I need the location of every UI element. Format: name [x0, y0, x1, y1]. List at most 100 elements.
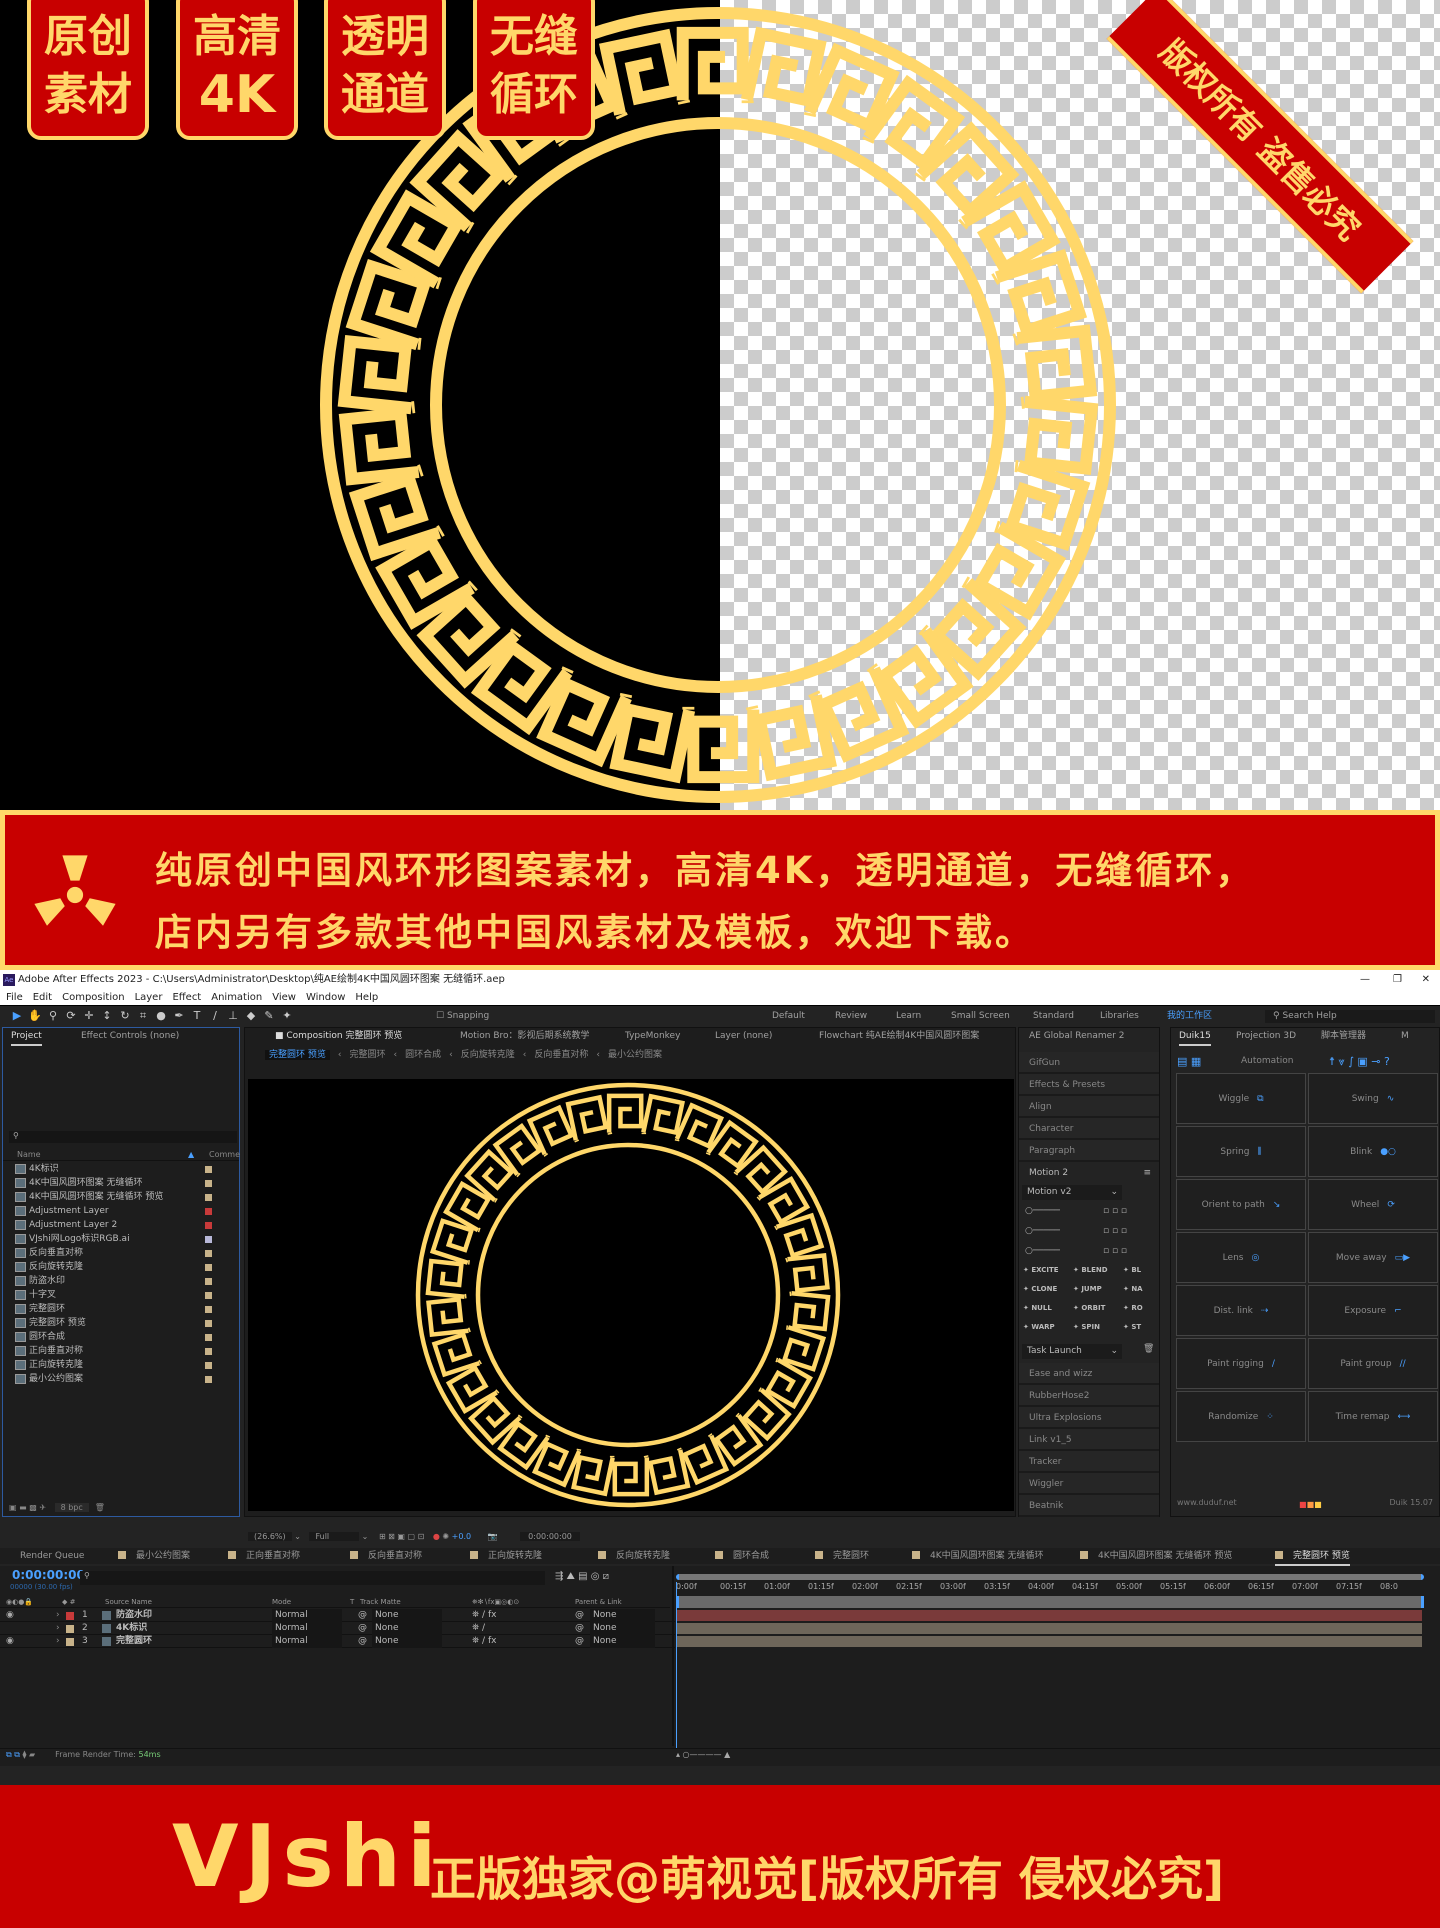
breadcrumb-item[interactable]: 反向垂直对称: [534, 1050, 588, 1060]
duik-button[interactable]: Dist. link ⇢: [1176, 1285, 1306, 1336]
orbit-tool-icon[interactable]: ⟳: [62, 1006, 80, 1026]
timeline-tab[interactable]: 正向旋转克隆: [470, 1548, 542, 1564]
motion-slider[interactable]: ○─────: [1025, 1226, 1095, 1236]
track-matte-select[interactable]: None: [372, 1622, 442, 1635]
brush-tool-icon[interactable]: ∕: [206, 1006, 224, 1026]
motion-tool-button[interactable]: ✦ RO: [1123, 1304, 1143, 1312]
tab-script-manager[interactable]: 脚本管理器: [1321, 1028, 1366, 1044]
maximize-button[interactable]: ❐: [1393, 970, 1402, 990]
motion-slider[interactable]: ○─────: [1025, 1246, 1095, 1256]
timeline-tab[interactable]: 圆环合成: [715, 1548, 769, 1564]
label-color-swatch[interactable]: [205, 1166, 212, 1173]
layer-switches[interactable]: ⛯ ∕: [472, 1622, 485, 1635]
timeline-tab[interactable]: 4K中国风圆环图案 无缝循环 预览: [1080, 1548, 1232, 1564]
menu-edit[interactable]: Edit: [33, 992, 52, 1003]
timeline-tab[interactable]: 完整圆环: [815, 1548, 869, 1564]
motion-tool-button[interactable]: ✦ WARP: [1023, 1323, 1055, 1331]
column-track-matte[interactable]: Track Matte: [360, 1596, 401, 1608]
menu-file[interactable]: File: [6, 992, 23, 1003]
duik-button[interactable]: Wheel ⟳: [1308, 1179, 1438, 1230]
interpret-footage-icon[interactable]: ▣: [9, 1503, 17, 1512]
dolly-tool-icon[interactable]: ↕: [98, 1006, 116, 1026]
breadcrumb-item[interactable]: 完整圆环: [349, 1050, 385, 1060]
panel-list-item[interactable]: Link v1_5: [1019, 1429, 1159, 1451]
column-comment[interactable]: Comme: [209, 1149, 240, 1161]
breadcrumb-item[interactable]: 圆环合成: [405, 1050, 441, 1060]
panel-list-item[interactable]: Ultra Explosions: [1019, 1407, 1159, 1429]
menu-composition[interactable]: Composition: [62, 992, 124, 1003]
motion-version-select[interactable]: Motion v2 ⌄: [1022, 1185, 1122, 1200]
project-item[interactable]: Adjustment Layer: [3, 1204, 233, 1218]
blend-mode-select[interactable]: Normal: [272, 1609, 342, 1622]
label-color-swatch[interactable]: [205, 1348, 212, 1355]
workspace-review[interactable]: Review: [835, 1006, 867, 1026]
layer-row[interactable]: › 2 4K标识 Normal @ None ⛯ ∕ @ None: [0, 1622, 675, 1635]
duik-button[interactable]: Paint group ∕∕: [1308, 1338, 1438, 1389]
motion-tool-button[interactable]: ✦ BL: [1123, 1266, 1141, 1274]
workspace-small-screen[interactable]: Small Screen: [951, 1006, 1010, 1026]
duik-category-icons[interactable]: ☨ ⩔ ∫ ▣ ⊸ ?: [1329, 1055, 1390, 1069]
duik-layout-icons[interactable]: ▤ ▦: [1177, 1055, 1201, 1068]
menu-icon[interactable]: ≡: [1143, 1163, 1151, 1183]
duik-button[interactable]: Exposure ⌐: [1308, 1285, 1438, 1336]
duik-button[interactable]: Move away ▭▶: [1308, 1232, 1438, 1283]
playhead[interactable]: [676, 1582, 677, 1748]
motion-tool-button[interactable]: ✦ BLEND: [1073, 1266, 1108, 1274]
shape-tool-icon[interactable]: ●: [152, 1006, 170, 1026]
anchor-tool-icon[interactable]: ⌗: [134, 1006, 152, 1026]
eraser-tool-icon[interactable]: ◆: [242, 1006, 260, 1026]
duik-button[interactable]: Randomize ⁘: [1176, 1391, 1306, 1442]
magnification-select[interactable]: (26.6%): [248, 1532, 292, 1541]
track-matte-select[interactable]: None: [372, 1609, 442, 1622]
motion-tool-button[interactable]: ✦ ORBIT: [1073, 1304, 1105, 1312]
parent-pickwhip-icon[interactable]: @: [575, 1609, 584, 1622]
snapshot-icon[interactable]: 📷: [488, 1532, 498, 1541]
clone-stamp-icon[interactable]: ⊥: [224, 1006, 242, 1026]
duik-button[interactable]: Swing ∿: [1308, 1073, 1438, 1124]
label-color-swatch[interactable]: [205, 1208, 212, 1215]
tab-project[interactable]: Project: [11, 1028, 42, 1046]
project-item[interactable]: 圆环合成: [3, 1330, 233, 1344]
project-item[interactable]: 最小公约图案: [3, 1372, 233, 1386]
parent-select[interactable]: None: [590, 1635, 655, 1648]
expand-chevron-icon[interactable]: ›: [56, 1622, 60, 1635]
label-color-swatch[interactable]: [205, 1292, 212, 1299]
duik-button[interactable]: Paint rigging ∕: [1176, 1338, 1306, 1389]
text-tool-icon[interactable]: T: [188, 1006, 206, 1026]
tab-composition[interactable]: ■ Composition 完整圆环 预览: [275, 1028, 402, 1044]
workspace-default[interactable]: Default: [772, 1006, 805, 1026]
tab-duik15[interactable]: Duik15: [1179, 1028, 1211, 1046]
label-color-swatch[interactable]: [205, 1362, 212, 1369]
label-color-swatch[interactable]: [205, 1264, 212, 1271]
menu-layer[interactable]: Layer: [135, 992, 163, 1003]
duik-button[interactable]: Wiggle ⧉: [1176, 1073, 1306, 1124]
column-source-name[interactable]: Source Name: [105, 1596, 152, 1608]
task-launch-select[interactable]: Task Launch ⌄: [1022, 1344, 1122, 1359]
parent-pickwhip-icon[interactable]: @: [575, 1622, 584, 1635]
label-color-swatch[interactable]: [205, 1278, 212, 1285]
timeline-tab[interactable]: Render Queue: [20, 1548, 84, 1564]
panel-list-item[interactable]: Tracker: [1019, 1451, 1159, 1473]
duik-button[interactable]: Blink ●○: [1308, 1126, 1438, 1177]
layer-duration-bar[interactable]: [677, 1610, 1422, 1621]
project-item[interactable]: 完整圆环 预览: [3, 1316, 233, 1330]
tab-effect-controls[interactable]: Effect Controls (none): [81, 1028, 179, 1044]
label-color-swatch[interactable]: [205, 1236, 212, 1243]
project-item[interactable]: 4K标识: [3, 1162, 233, 1176]
label-color-swatch[interactable]: [205, 1250, 212, 1257]
layer-row[interactable]: ◉ › 3 完整圆环 Normal @ None ⛯ ∕ fx @ None: [0, 1635, 675, 1648]
label-color-swatch[interactable]: [205, 1334, 212, 1341]
layer-label-color[interactable]: [66, 1612, 74, 1620]
duik-button[interactable]: Orient to path ↘: [1176, 1179, 1306, 1230]
anchor-grid-buttons[interactable]: ▫ ▫ ▫: [1103, 1206, 1127, 1216]
project-item[interactable]: 4K中国风圆环图案 无缝循环 预览: [3, 1190, 233, 1204]
project-item[interactable]: Adjustment Layer 2: [3, 1218, 233, 1232]
label-color-swatch[interactable]: [205, 1222, 212, 1229]
anchor-grid-buttons[interactable]: ▫ ▫ ▫: [1103, 1246, 1127, 1256]
menu-window[interactable]: Window: [306, 992, 345, 1003]
panel-list-item[interactable]: Align: [1019, 1096, 1159, 1118]
current-time[interactable]: 0:00:00:00: [12, 1568, 85, 1582]
duik-button[interactable]: Time remap ⟷: [1308, 1391, 1438, 1442]
new-comp-icon[interactable]: ▩: [29, 1503, 37, 1512]
expand-chevron-icon[interactable]: ›: [56, 1609, 60, 1622]
